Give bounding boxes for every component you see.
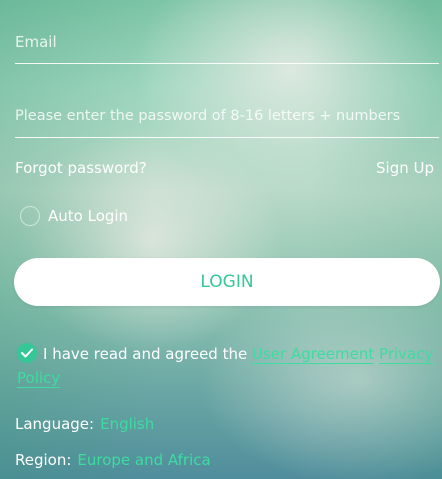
auto-login-toggle[interactable]: Auto Login: [20, 206, 128, 226]
auto-login-label: Auto Login: [48, 207, 129, 225]
background-photo: [0, 0, 442, 479]
sign-up-link[interactable]: Sign Up: [376, 159, 434, 177]
email-field-container: [15, 31, 439, 64]
region-label: Region:: [15, 451, 72, 469]
password-input[interactable]: [15, 105, 439, 127]
language-row: Language: English: [15, 415, 154, 433]
check-icon: [21, 348, 33, 358]
agreement-row: I have read and agreed the User Agreemen…: [17, 342, 437, 390]
region-row: Region: Europe and Africa: [15, 451, 211, 469]
language-selector[interactable]: English: [100, 415, 154, 433]
agreement-text: I have read and agreed the: [43, 345, 248, 363]
email-underline: [15, 63, 439, 64]
email-input[interactable]: [15, 31, 439, 53]
radio-circle-icon[interactable]: [20, 206, 40, 226]
agree-checkbox[interactable]: [17, 343, 37, 363]
password-underline: [15, 137, 439, 138]
login-button[interactable]: LOGIN: [14, 258, 440, 306]
language-label: Language:: [15, 415, 95, 433]
password-field-container: [15, 105, 439, 138]
forgot-password-link[interactable]: Forgot password?: [15, 159, 147, 177]
region-selector[interactable]: Europe and Africa: [77, 451, 210, 469]
user-agreement-link[interactable]: User Agreement: [252, 345, 375, 364]
